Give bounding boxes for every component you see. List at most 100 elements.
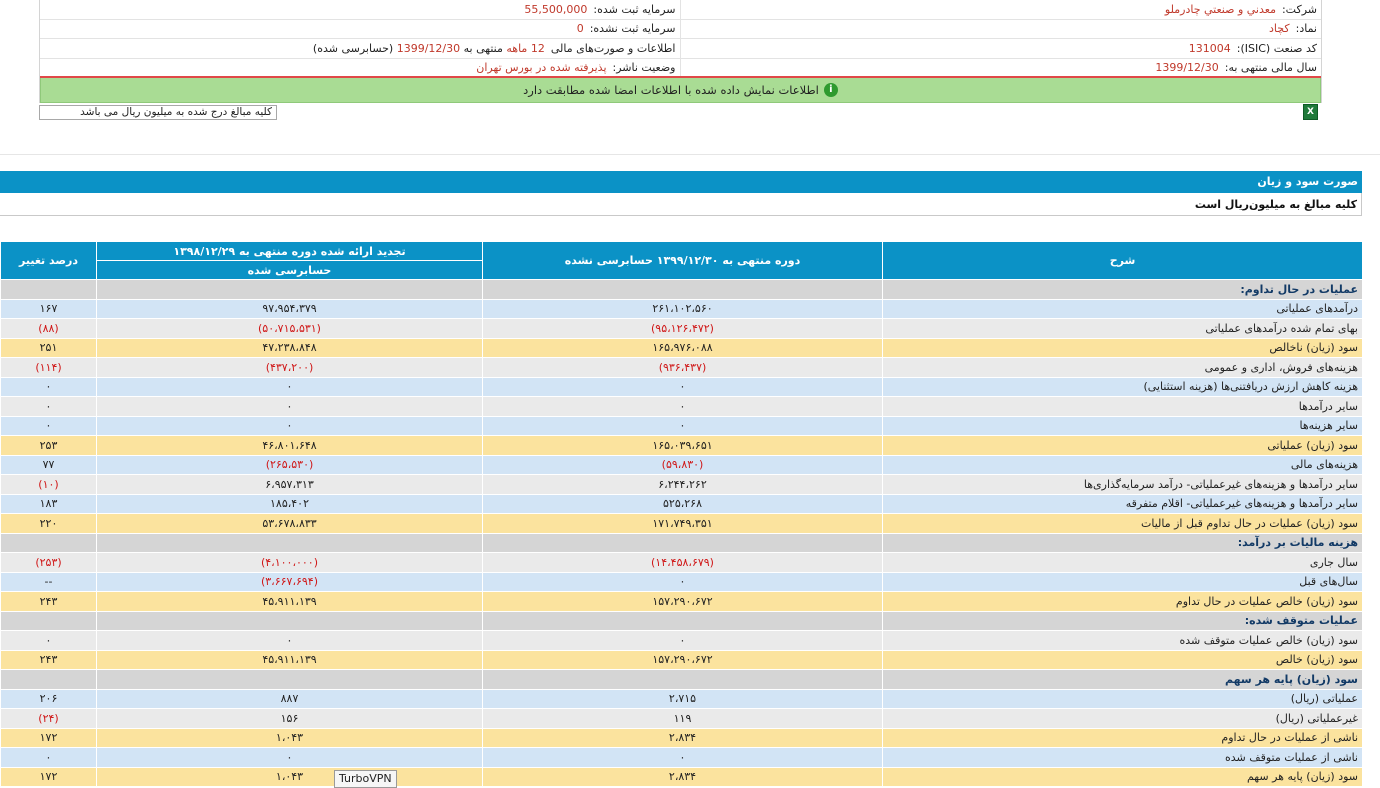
table-row: (۱۰) ۶،۹۵۷،۳۱۳ ۶،۲۴۴،۲۶۲ سایر درآمدها و هزی… — [0, 474, 1363, 495]
previous-cell — [96, 610, 483, 631]
company-cell: شرکت: معدني و صنعتي چادرملو — [681, 0, 1322, 19]
statements-label: اطلاعات و صورت‌های مالی — [550, 41, 676, 55]
symbol-value[interactable]: کچاد — [1269, 22, 1290, 35]
previous-cell: ۱،۰۴۳ — [96, 727, 483, 748]
description-cell: سود (زیان) خالص عملیات متوقف شده — [882, 630, 1363, 651]
description-cell: سود (زیان) خالص عملیات در حال تداوم — [882, 591, 1363, 612]
current-cell: ۰ — [482, 396, 883, 417]
description-cell: هزینه مالیات بر درآمد: — [882, 532, 1363, 553]
change-cell: ۲۵۳ — [0, 435, 97, 456]
company-value[interactable]: معدني و صنعتي چادرملو — [1165, 3, 1276, 16]
current-cell: ۲،۸۳۴ — [482, 766, 883, 787]
previous-cell: ۱۵۶ — [96, 708, 483, 729]
fiscal-year-cell: سال مالی منتهی به: 1399/12/30 — [681, 59, 1322, 76]
table-row: (۱۱۴) (۴۳۷،۲۰۰) (۹۳۶،۴۳۷) هزینه‌های فروش، ا… — [0, 357, 1363, 378]
previous-cell: (۴۳۷،۲۰۰) — [96, 357, 483, 378]
divider — [0, 154, 1380, 155]
table-row: ۲۴۳ ۴۵،۹۱۱،۱۳۹ ۱۵۷،۲۹۰،۶۷۲ سود (زیان) خالص … — [0, 591, 1363, 612]
previous-cell: ۰ — [96, 376, 483, 397]
info-row: شرکت: معدني و صنعتي چادرملو سرمایه ثبت ش… — [40, 0, 1321, 20]
table-row: ۱۷۲ ۱،۰۴۳ ۲،۸۳۴ ناشی از عملیات در حال تداوم — [0, 727, 1363, 748]
fiscal-year-value: 1399/12/30 — [1155, 60, 1219, 74]
excel-export-icon[interactable]: X — [1303, 104, 1318, 120]
company-info-box: شرکت: معدني و صنعتي چادرملو سرمایه ثبت ش… — [39, 0, 1322, 103]
current-cell: ۱۱۹ — [482, 708, 883, 729]
previous-cell — [96, 279, 483, 300]
publisher-status-cell: وضعیت ناشر: پذیرفته شده در بورس تهران — [40, 58, 681, 76]
previous-cell — [96, 669, 483, 690]
change-cell: ۱۶۷ — [0, 298, 97, 319]
description-cell: درآمدهای عملیاتی — [882, 298, 1363, 319]
vpn-tooltip: TurboVPN — [334, 770, 397, 788]
table-row: ۷۷ (۲۶۵،۵۳۰) (۵۹،۸۳۰) هزینه‌های مالی — [0, 454, 1363, 475]
change-cell: ۰ — [0, 747, 97, 768]
table-row: ۱۸۳ ۱۸۵،۴۰۲ ۵۲۵،۲۶۸ سایر درآمدها و هزینه‌ها… — [0, 493, 1363, 514]
info-row: کد صنعت (ISIC): 131004 اطلاعات و صورت‌ها… — [40, 39, 1321, 59]
previous-cell: ۹۷،۹۵۴،۳۷۹ — [96, 298, 483, 319]
unregistered-capital-value: 0 — [576, 22, 584, 36]
description-cell: سود (زیان) عملیاتی — [882, 435, 1363, 456]
change-cell: (۱۱۴) — [0, 357, 97, 378]
statements-ending: منتهی به — [463, 41, 503, 55]
previous-cell: ۴۵،۹۱۱،۱۳۹ — [96, 649, 483, 670]
change-cell — [0, 610, 97, 631]
current-cell: ۶،۲۴۴،۲۶۲ — [482, 474, 883, 495]
table-row: ۰ ۰ ۰ سود (زیان) خالص عملیات متوقف شده — [0, 630, 1363, 651]
description-cell: هزینه‌های مالی — [882, 454, 1363, 475]
previous-cell: (۲۶۵،۵۳۰) — [96, 454, 483, 475]
change-cell: (۲۴) — [0, 708, 97, 729]
current-cell: ۰ — [482, 415, 883, 436]
description-cell: سال‌های قبل — [882, 571, 1363, 592]
description-cell: عملیاتی (ریال) — [882, 688, 1363, 709]
change-cell: -- — [0, 571, 97, 592]
change-cell: ۲۲۰ — [0, 513, 97, 534]
current-cell — [482, 669, 883, 690]
income-statement-table: درصد تغییر تجدید ارائه شده دوره منتهی به… — [0, 241, 1363, 787]
previous-cell: ۰ — [96, 630, 483, 651]
description-cell: سایر درآمدها — [882, 396, 1363, 417]
isic-cell: کد صنعت (ISIC): 131004 — [681, 39, 1322, 58]
symbol-label: نماد: — [1295, 22, 1317, 36]
change-cell: ۲۵۱ — [0, 337, 97, 358]
table-row: (۲۴) ۱۵۶ ۱۱۹ غیرعملیاتی (ریال) — [0, 708, 1363, 729]
company-label: شرکت: — [1281, 2, 1317, 16]
previous-cell: ۴۷،۲۳۸،۸۴۸ — [96, 337, 483, 358]
table-row: ۲۲۰ ۵۳،۶۷۸،۸۳۳ ۱۷۱،۷۴۹،۳۵۱ سود (زیان) عملیا… — [0, 513, 1363, 534]
unit-note-box: کلیه مبالغ درج شده به میلیون ریال می باش… — [39, 105, 277, 120]
current-cell: ۰ — [482, 376, 883, 397]
current-cell: ۲،۸۳۴ — [482, 727, 883, 748]
change-cell: (۱۰) — [0, 474, 97, 495]
description-cell: سایر هزینه‌ها — [882, 415, 1363, 436]
current-cell: (۹۳۶،۴۳۷) — [482, 357, 883, 378]
current-cell — [482, 610, 883, 631]
info-icon: i — [823, 82, 838, 97]
description-cell: سود (زیان) پایه هر سهم — [882, 669, 1363, 690]
table-group-header: هزینه مالیات بر درآمد: — [0, 532, 1363, 553]
table-row: ۰ ۰ ۰ سایر هزینه‌ها — [0, 415, 1363, 436]
previous-cell: ۸۸۷ — [96, 688, 483, 709]
table-row: -- (۳،۶۶۷،۶۹۴) ۰ سال‌های قبل — [0, 571, 1363, 592]
header-current: دوره منتهی به ۱۳۹۹/۱۲/۳۰ حسابرسی نشده — [482, 241, 883, 280]
description-cell: سود (زیان) ناخالص — [882, 337, 1363, 358]
fiscal-year-label: سال مالی منتهی به: — [1224, 60, 1317, 74]
description-cell: سود (زیان) عملیات در حال تداوم قبل از ما… — [882, 513, 1363, 534]
previous-cell: ۴۵،۹۱۱،۱۳۹ — [96, 591, 483, 612]
description-cell: ناشی از عملیات متوقف شده — [882, 747, 1363, 768]
previous-cell: ۵۳،۶۷۸،۸۳۳ — [96, 513, 483, 534]
description-cell: هزینه‌های فروش، اداری و عمومی — [882, 357, 1363, 378]
header-change: درصد تغییر — [0, 241, 97, 280]
previous-cell: ۰ — [96, 396, 483, 417]
table-group-header: سود (زیان) پایه هر سهم — [0, 669, 1363, 690]
previous-cell: ۱،۰۴۳ — [96, 766, 483, 787]
description-cell: عملیات در حال تداوم: — [882, 279, 1363, 300]
section-unit-note: کلیه مبالغ به میلیون‌ریال است — [0, 193, 1362, 216]
previous-cell: ۱۸۵،۴۰۲ — [96, 493, 483, 514]
previous-cell: ۰ — [96, 415, 483, 436]
statements-months: 12 ماهه — [506, 41, 545, 55]
current-cell: ۲۶۱،۱۰۲،۵۶۰ — [482, 298, 883, 319]
verification-notice: i اطلاعات نمایش داده شده با اطلاعات امضا… — [40, 77, 1321, 103]
header-previous: تجدید ارائه شده دوره منتهی به ۱۳۹۸/۱۲/۲۹ — [96, 241, 483, 261]
publisher-status-value: پذیرفته شده در بورس تهران — [476, 60, 607, 74]
table-row: ۲۵۱ ۴۷،۲۳۸،۸۴۸ ۱۶۵،۹۷۶،۰۸۸ سود (زیان) ناخال… — [0, 337, 1363, 358]
description-cell: سایر درآمدها و هزینه‌های غیرعملیاتی- اقل… — [882, 493, 1363, 514]
